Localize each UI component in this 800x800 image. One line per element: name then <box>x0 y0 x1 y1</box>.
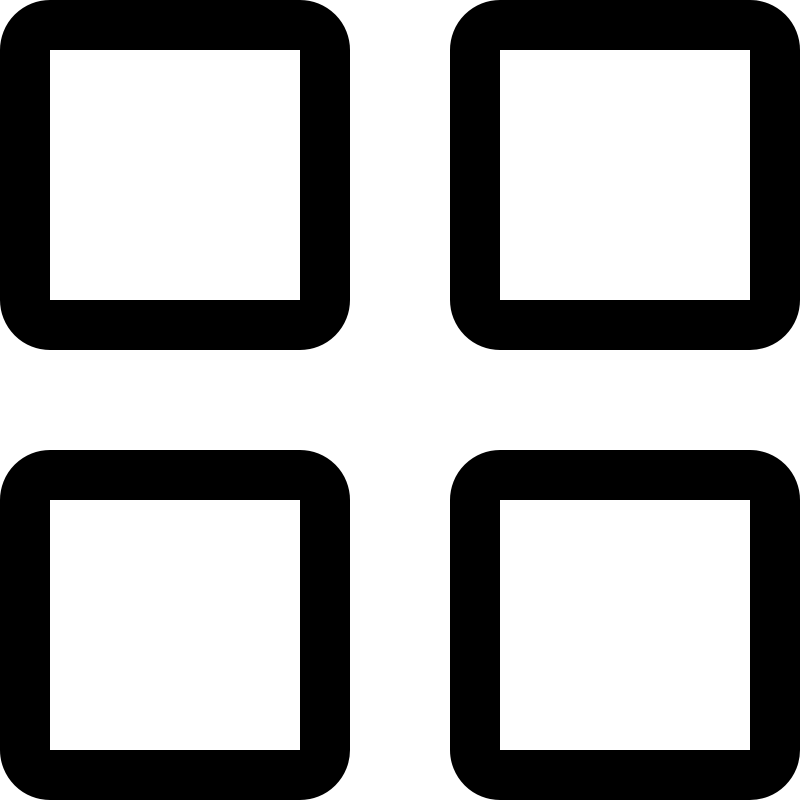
grid-cell-bottom-left-icon <box>0 450 350 800</box>
icon-canvas <box>0 0 800 800</box>
grid-cell-top-right-icon <box>450 0 800 350</box>
grid-cell-top-left-icon <box>0 0 350 350</box>
grid-cell-bottom-right-icon <box>450 450 800 800</box>
grid-view-icon <box>0 0 800 800</box>
